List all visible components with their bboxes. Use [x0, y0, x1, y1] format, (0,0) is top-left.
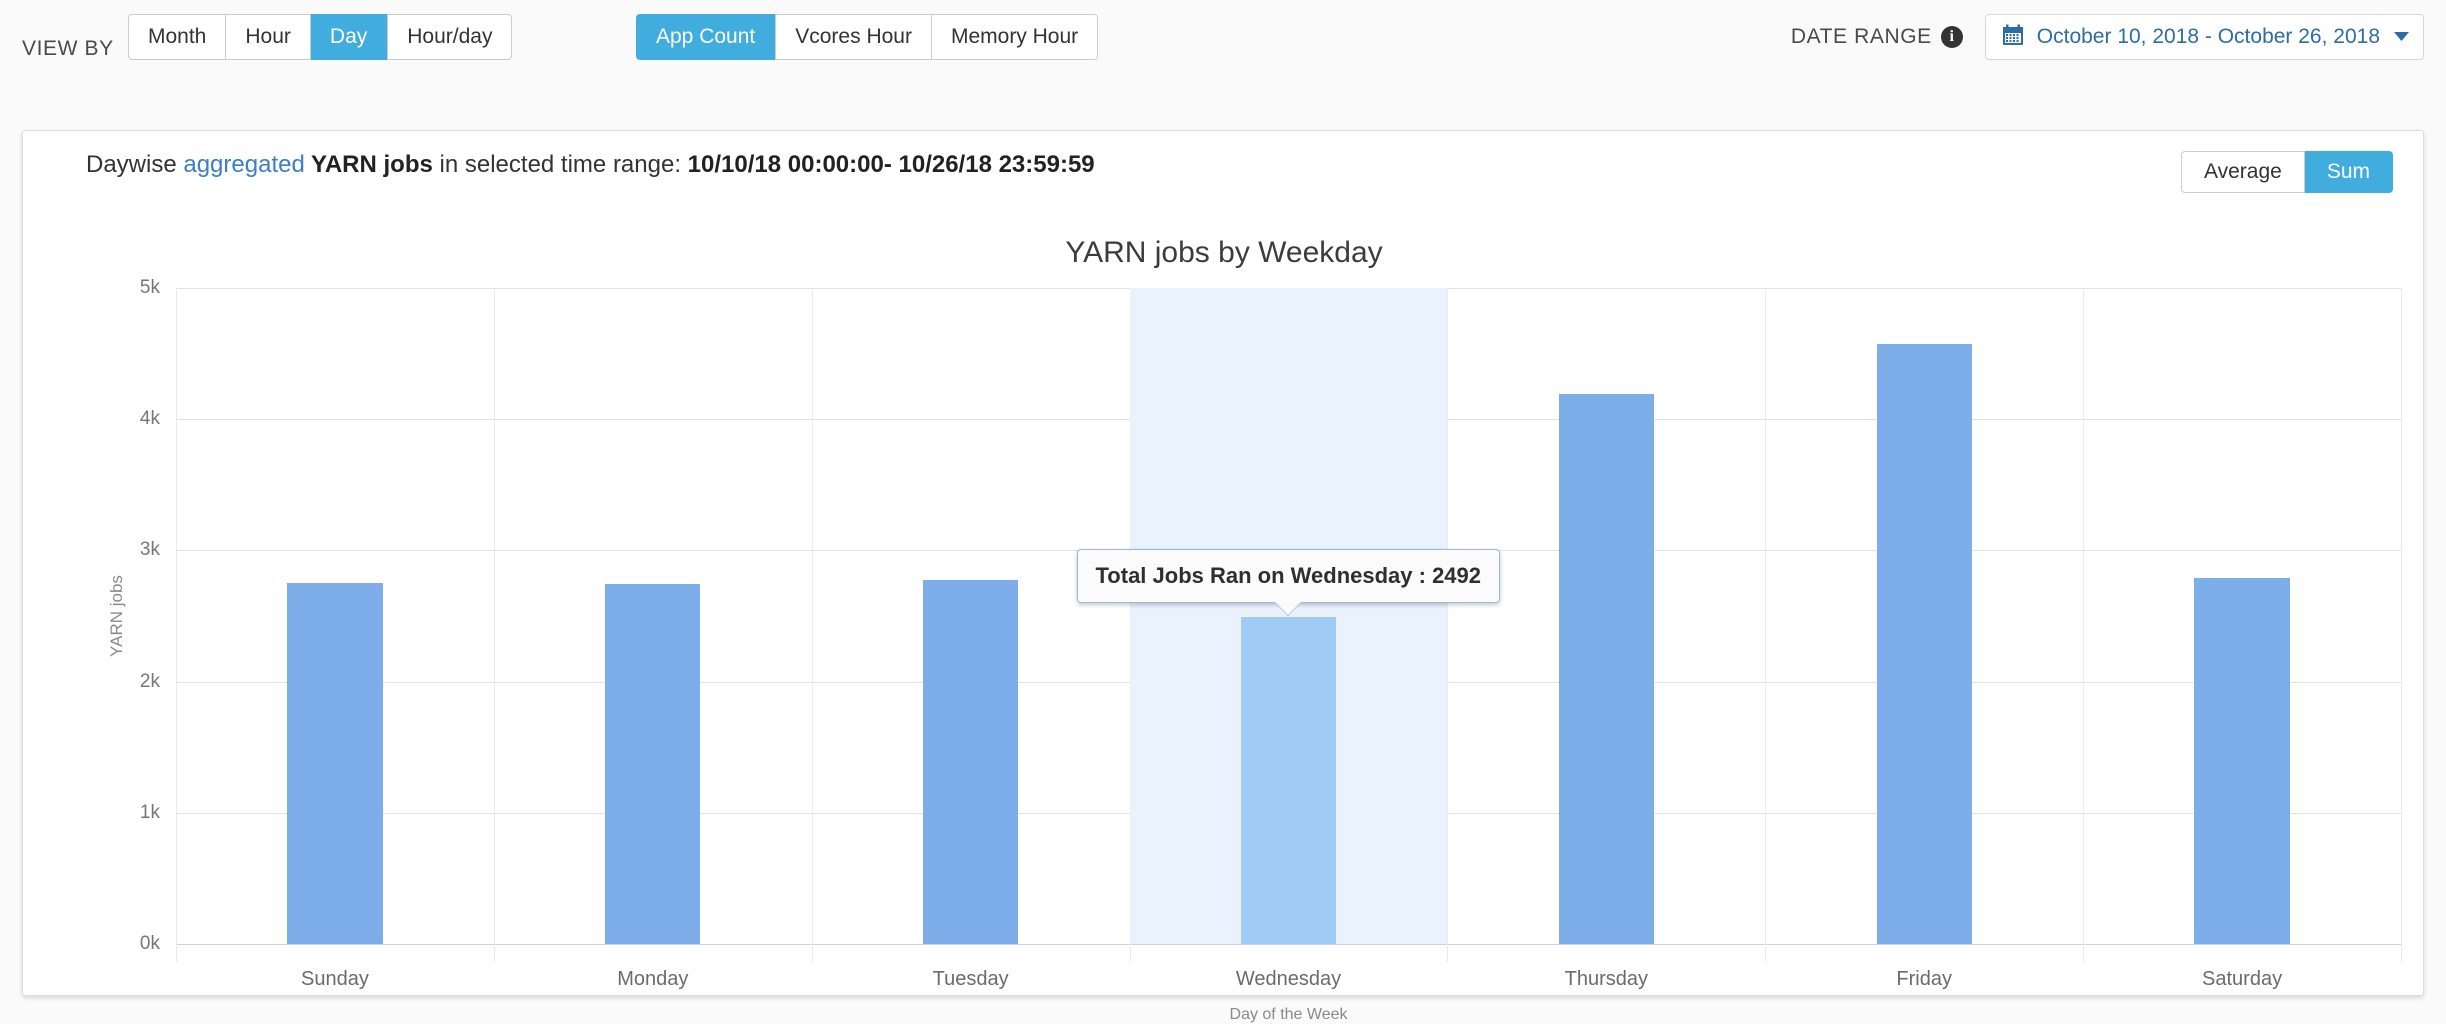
bar-sunday[interactable]	[287, 583, 383, 944]
x-axis-label: Day of the Week	[1229, 1006, 1348, 1023]
category-separator	[2401, 288, 2402, 962]
card-title-prefix: Daywise	[86, 151, 184, 178]
bar-wednesday[interactable]	[1240, 617, 1337, 944]
gridline	[176, 944, 2401, 945]
card-title-middle: in selected time range:	[432, 151, 688, 178]
category-separator	[176, 288, 177, 962]
bar-friday[interactable]	[1876, 344, 1972, 944]
x-axis-tick-label: Thursday	[1564, 968, 1649, 990]
view-by-label: VIEW BY	[22, 37, 114, 60]
card-title-range: 10/10/18 00:00:00- 10/26/18 23:59:59	[687, 151, 1095, 178]
info-icon[interactable]: i	[1940, 26, 1963, 48]
aggregation-option-sum[interactable]: Sum	[2304, 151, 2393, 193]
card-title-subject: YARN jobs	[304, 151, 433, 178]
x-axis-tick-label: Wednesday	[1235, 968, 1342, 990]
metric-option-app-count[interactable]: App Count	[636, 14, 776, 60]
aggregation-option-average[interactable]: Average	[2180, 151, 2305, 193]
top-toolbar: VIEW BY Month Hour Day Hour/day App Coun…	[0, 0, 2446, 95]
y-axis-tick-label: 1k	[139, 801, 160, 823]
y-axis-tick-label: 4k	[139, 408, 160, 430]
view-by-option-day[interactable]: Day	[310, 14, 388, 60]
card-header: Daywise aggregated YARN jobs in selected…	[23, 131, 2423, 201]
card-title: Daywise aggregated YARN jobs in selected…	[86, 151, 1095, 179]
metric-option-vcores-hour[interactable]: Vcores Hour	[775, 14, 932, 60]
metric-option-memory-hour[interactable]: Memory Hour	[931, 14, 1099, 60]
calendar-icon	[2002, 24, 2024, 51]
y-axis-label: YARN jobs	[106, 575, 126, 657]
bar-saturday[interactable]	[2194, 577, 2290, 944]
date-range-control: DATE RANGE i October 10, 2018 - October …	[1791, 14, 2424, 60]
aggregated-link[interactable]: aggregated	[183, 151, 304, 178]
bar-tuesday[interactable]	[922, 579, 1019, 944]
y-axis-tick-label: 3k	[139, 539, 160, 561]
chart-card: Daywise aggregated YARN jobs in selected…	[22, 130, 2425, 1023]
y-axis-tick-label: 5k	[139, 277, 160, 298]
category-separator	[1447, 288, 1449, 962]
category-separator	[493, 288, 495, 962]
chart-tooltip: Total Jobs Ran on Wednesday : 2492	[1076, 549, 1501, 617]
chart-plot-area: YARN jobs by Weekday YARN jobs 0k 1k 2k 3k 4…	[23, 201, 2425, 1023]
y-axis-tick-label: 0k	[139, 933, 160, 954]
date-range-picker[interactable]: October 10, 2018 - October 26, 2018	[1984, 14, 2424, 60]
aggregation-button-group: Average Sum	[2180, 151, 2393, 193]
x-axis-tick-label: Monday	[617, 968, 689, 990]
x-axis-tick-label: Sunday	[301, 968, 369, 990]
view-by-button-group: Month Hour Day Hour/day	[128, 14, 513, 60]
y-axis-tick-label: 2k	[139, 670, 160, 692]
x-axis-tick-label: Saturday	[2202, 968, 2283, 990]
bar-monday[interactable]	[605, 583, 701, 944]
view-by-option-month[interactable]: Month	[128, 14, 227, 60]
view-by-option-hour-day[interactable]: Hour/day	[387, 14, 513, 60]
view-by-option-hour[interactable]: Hour	[226, 14, 311, 60]
category-separator	[811, 288, 813, 962]
metric-button-group: App Count Vcores Hour Memory Hour	[636, 14, 1099, 60]
chart-title: YARN jobs by Weekday	[1065, 236, 1383, 269]
category-separator	[1765, 288, 1767, 962]
category-separator	[2083, 288, 2085, 962]
bar-thursday[interactable]	[1558, 394, 1655, 944]
x-axis-tick-label: Tuesday	[932, 968, 1009, 990]
date-range-label: DATE RANGE	[1790, 25, 1932, 48]
x-axis-tick-label: Friday	[1896, 968, 1952, 990]
date-range-value: October 10, 2018 - October 26, 2018	[2036, 25, 2380, 48]
chevron-down-icon	[2394, 28, 2409, 46]
